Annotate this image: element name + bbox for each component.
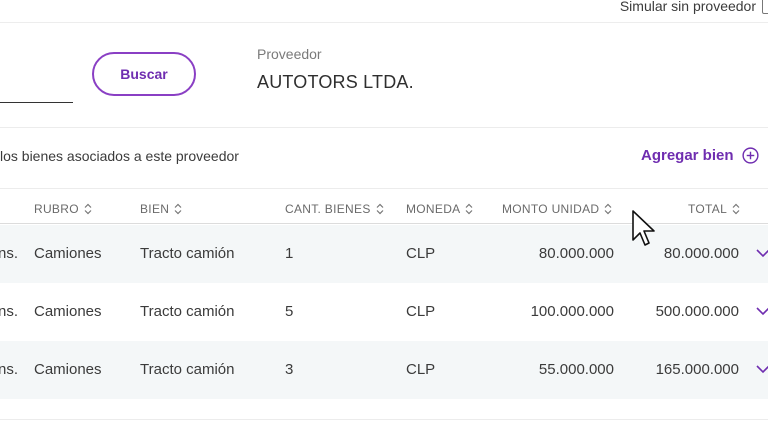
cell-rubro: Camiones bbox=[34, 303, 102, 320]
mouse-pointer-icon bbox=[632, 210, 655, 246]
divider bbox=[0, 127, 768, 128]
search-input-underline[interactable] bbox=[0, 102, 73, 103]
column-header-label: CANT. BIENES bbox=[285, 202, 371, 216]
cell-cant-bienes: 5 bbox=[285, 303, 294, 320]
chevron-down-icon[interactable] bbox=[756, 364, 768, 374]
chevron-down-icon[interactable] bbox=[756, 306, 768, 316]
table-row[interactable]: ns. Camiones Tracto camión 5 CLP 100.000… bbox=[0, 283, 768, 341]
add-good-button[interactable]: Agregar bien bbox=[641, 147, 759, 164]
column-header-moneda[interactable]: MONEDA bbox=[406, 202, 473, 216]
cell-bien: Tracto camión bbox=[140, 361, 235, 378]
add-good-label[interactable]: Agregar bien bbox=[641, 147, 734, 164]
divider bbox=[0, 419, 768, 420]
cell-moneda: CLP bbox=[406, 361, 436, 378]
sort-updown-icon bbox=[604, 203, 612, 215]
column-header-label: TOTAL bbox=[688, 202, 728, 216]
provider-label: Proveedor bbox=[257, 46, 322, 62]
table-row[interactable]: ns. Camiones Tracto camión 3 CLP 55.000.… bbox=[0, 341, 768, 399]
cell-cant-bienes: 1 bbox=[285, 245, 294, 262]
column-header-label: MONEDA bbox=[406, 202, 461, 216]
column-header-bien[interactable]: BIEN bbox=[140, 202, 182, 216]
column-header-cant-bienes[interactable]: CANT. BIENES bbox=[285, 202, 384, 216]
cell-monto-unidad: 55.000.000 bbox=[538, 361, 614, 378]
cell-prefix: ns. bbox=[0, 303, 19, 320]
goods-info-text: los bienes asociados a este proveedor bbox=[0, 148, 239, 164]
divider bbox=[0, 188, 768, 189]
provider-name: AUTOTORS LTDA. bbox=[257, 72, 414, 92]
sort-updown-icon bbox=[466, 203, 473, 215]
column-header-rubro[interactable]: RUBRO bbox=[34, 202, 92, 216]
search-button[interactable]: Buscar bbox=[92, 52, 196, 96]
cell-moneda: CLP bbox=[406, 303, 436, 320]
column-header-label: MONTO UNIDAD bbox=[502, 202, 600, 216]
cell-prefix: ns. bbox=[0, 245, 19, 262]
cell-moneda: CLP bbox=[406, 245, 436, 262]
column-header-total[interactable]: TOTAL bbox=[688, 202, 740, 216]
sort-updown-icon bbox=[84, 203, 92, 215]
cell-monto-unidad: 100.000.000 bbox=[530, 303, 614, 320]
cell-monto-unidad: 80.000.000 bbox=[538, 245, 614, 262]
cell-rubro: Camiones bbox=[34, 245, 102, 262]
column-header-monto-unidad[interactable]: MONTO UNIDAD bbox=[502, 202, 612, 216]
plus-circle-icon[interactable] bbox=[741, 147, 759, 164]
cell-cant-bienes: 3 bbox=[285, 361, 294, 378]
sort-updown-icon bbox=[174, 203, 182, 215]
chevron-down-icon[interactable] bbox=[756, 248, 768, 258]
sort-updown-icon bbox=[732, 203, 740, 215]
cell-bien: Tracto camión bbox=[140, 245, 235, 262]
cell-prefix: ns. bbox=[0, 361, 19, 378]
top-bar: Simular sin proveedor bbox=[0, 0, 768, 23]
column-header-label: BIEN bbox=[140, 202, 170, 216]
cell-bien: Tracto camión bbox=[140, 303, 235, 320]
column-header-label: RUBRO bbox=[34, 202, 79, 216]
simulate-without-provider-checkbox[interactable] bbox=[762, 0, 768, 14]
cell-total: 500.000.000 bbox=[655, 303, 739, 320]
sort-updown-icon bbox=[376, 203, 384, 215]
cell-rubro: Camiones bbox=[34, 361, 102, 378]
simulate-without-provider-label[interactable]: Simular sin proveedor bbox=[620, 0, 756, 14]
cell-total: 165.000.000 bbox=[655, 361, 739, 378]
